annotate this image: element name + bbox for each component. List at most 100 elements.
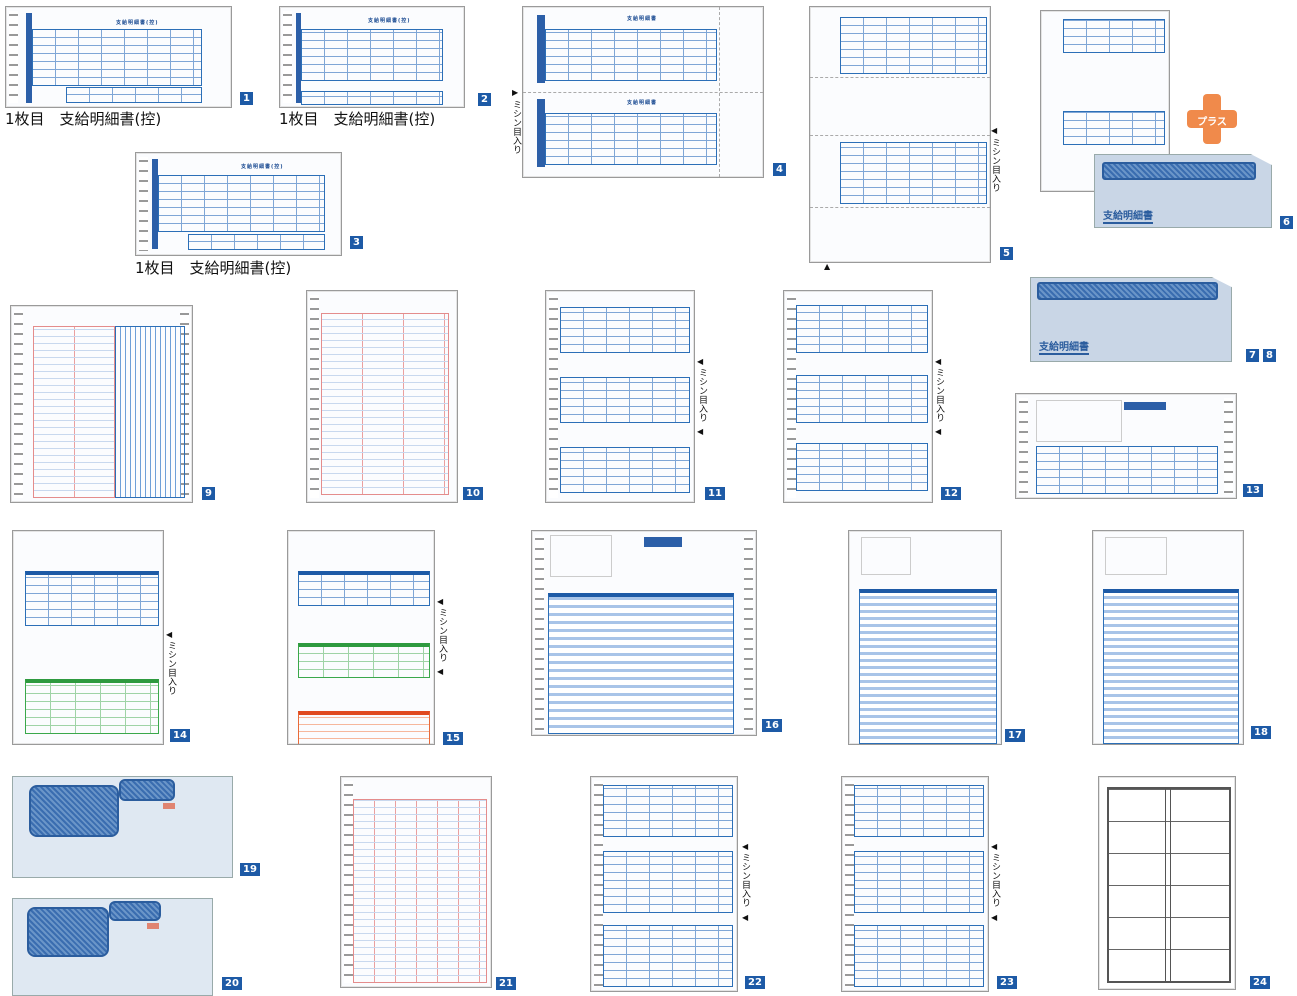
- payslip-form-2[interactable]: 支給明細書(控): [279, 6, 465, 108]
- envelope-7-8[interactable]: 支給明細書: [1030, 277, 1232, 362]
- pin-feed-holes: [1224, 398, 1233, 494]
- title-band: [644, 537, 682, 547]
- perforation-line: [810, 207, 990, 208]
- pin-feed-holes: [1019, 398, 1028, 494]
- payslip-form-4[interactable]: 支給明細書 支給明細書: [522, 6, 764, 178]
- slip-grid-2: [560, 377, 690, 423]
- slip-grid-3: [854, 925, 984, 987]
- red-mark: [147, 923, 159, 929]
- address-window: [27, 907, 109, 957]
- form-title: 支給明細書(控): [368, 18, 411, 24]
- ledger-grid: [353, 799, 487, 983]
- item-number-badge: 17: [1005, 729, 1025, 742]
- red-mark: [163, 803, 175, 809]
- perforation-marker: ◀: [991, 126, 998, 135]
- item-number-badge: 19: [240, 863, 260, 876]
- item-number-badge: 11: [705, 487, 725, 500]
- item-number-badge: 8: [1263, 349, 1276, 362]
- item-number-badge: 7: [1246, 349, 1259, 362]
- label-sheet-24[interactable]: [1098, 776, 1236, 990]
- ledger-form-9[interactable]: [10, 305, 193, 503]
- invoice-form-16[interactable]: [531, 530, 757, 736]
- receipt-form-11[interactable]: [545, 290, 695, 503]
- perforation-label: ミシン目入り: [697, 368, 707, 422]
- envelope-label: 支給明細書: [1039, 338, 1089, 355]
- pin-feed-holes: [845, 781, 854, 987]
- perforation-label: ミシン目入り: [166, 641, 176, 695]
- perforation-marker: ◀: [742, 842, 749, 851]
- item-number-badge: 10: [463, 487, 483, 500]
- perforation-marker: ◀: [742, 913, 749, 922]
- slip-grid-1: [560, 307, 690, 353]
- envelope-6[interactable]: 支給明細書: [1094, 154, 1272, 228]
- plus-badge: プラス: [1187, 94, 1237, 144]
- form-title: 支給明細書(控): [116, 20, 159, 26]
- perforation-marker: ◀: [166, 630, 173, 639]
- invoice-form-17[interactable]: [848, 530, 1002, 745]
- receipt-form-22[interactable]: [590, 776, 738, 992]
- slip-grid-2: [796, 375, 928, 423]
- payslip-form-1[interactable]: 支給明細書(控): [5, 6, 232, 108]
- perforation-line: [810, 77, 990, 78]
- perforation-label: ミシン目入り: [511, 100, 521, 154]
- pin-feed-holes: [283, 11, 292, 103]
- perforation-label: ミシン目入り: [437, 608, 447, 662]
- receipt-form-12[interactable]: [783, 290, 933, 503]
- perforation-line: [523, 92, 763, 93]
- pin-feed-holes: [744, 535, 753, 731]
- payslip-grid-bottom: [1063, 111, 1165, 145]
- slip-grid-1: [854, 785, 984, 837]
- ledger-form-21[interactable]: [340, 776, 492, 988]
- item-number-badge: 2: [478, 93, 491, 106]
- form-title: 支給明細書: [627, 16, 658, 22]
- perforation-marker: ◀: [697, 427, 704, 436]
- item-number-badge: 12: [941, 487, 961, 500]
- payslip-grid-top: [1063, 19, 1165, 53]
- item-number-badge: 14: [170, 729, 190, 742]
- payslip-grid: [32, 29, 202, 86]
- ledger-grid-blue: [115, 326, 185, 498]
- envelope-label: 支給明細書: [1103, 207, 1153, 224]
- payslip-form-5[interactable]: [809, 6, 991, 263]
- label-divider: [1165, 787, 1171, 981]
- invoice-form-18[interactable]: [1092, 530, 1244, 745]
- payslip-grid-top: [545, 29, 717, 81]
- perforation-marker: ◀: [991, 913, 998, 922]
- item-number-badge: 22: [745, 976, 765, 989]
- form-caption: 1枚目 支給明細書(控): [135, 259, 292, 277]
- receipt-form-23[interactable]: [841, 776, 989, 992]
- stamp-window: [109, 901, 161, 921]
- perforation-line: [810, 135, 990, 136]
- invoice-grid: [1036, 446, 1218, 494]
- delivery-grid-blue: [25, 571, 159, 626]
- pin-feed-holes: [310, 295, 319, 498]
- payslip-grid: [158, 175, 325, 232]
- envelope-20[interactable]: [12, 898, 213, 996]
- delivery-form-15[interactable]: [287, 530, 435, 745]
- address-box: [861, 537, 911, 575]
- pin-feed-holes: [549, 295, 558, 498]
- envelope-19[interactable]: [12, 776, 233, 878]
- form-caption: 1枚目 支給明細書(控): [5, 110, 162, 128]
- item-number-badge: 1: [240, 92, 253, 105]
- perforation-label: ミシン目入り: [990, 853, 1000, 907]
- delivery-grid-green: [25, 679, 159, 734]
- ledger-grid: [33, 326, 115, 498]
- item-number-badge: 20: [222, 977, 242, 990]
- invoice-form-13[interactable]: [1015, 393, 1237, 499]
- payslip-grid-top: [840, 17, 987, 74]
- payslip-form-3[interactable]: 支給明細書(控): [135, 152, 342, 256]
- title-band: [1124, 402, 1166, 410]
- pin-feed-holes: [535, 535, 544, 731]
- slip-grid-2: [603, 851, 733, 913]
- delivery-form-14[interactable]: [12, 530, 164, 745]
- perforation-marker: ◀: [991, 842, 998, 851]
- ledger-form-10[interactable]: [306, 290, 458, 503]
- item-number-badge: 23: [997, 976, 1017, 989]
- vertical-perforation-line: [719, 7, 720, 177]
- invoice-grid: [548, 593, 734, 734]
- item-number-badge: 16: [762, 719, 782, 732]
- invoice-grid: [1103, 589, 1239, 744]
- perforation-marker: ◀: [935, 357, 942, 366]
- slip-grid-1: [603, 785, 733, 837]
